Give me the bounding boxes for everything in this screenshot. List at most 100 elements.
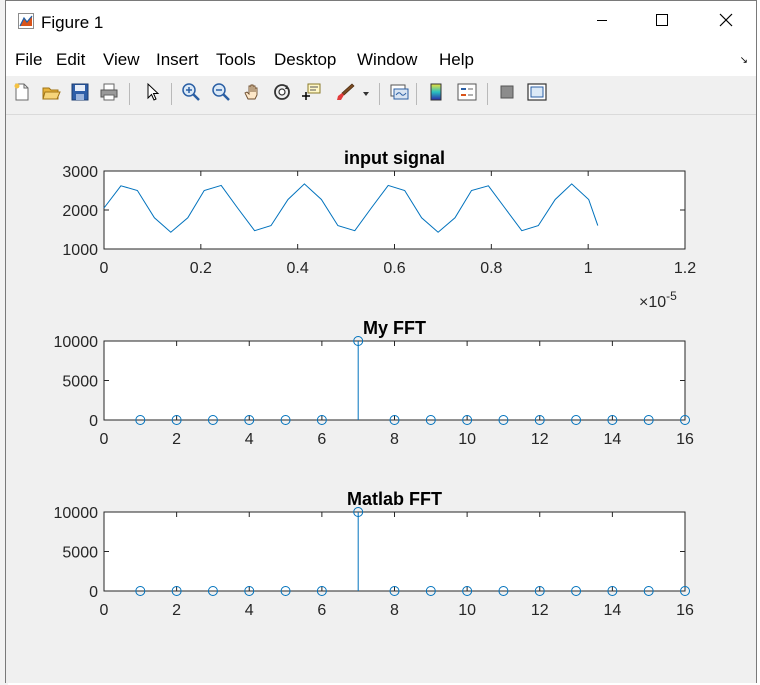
toolbar-separator (129, 83, 130, 105)
x-tick-label: 0 (100, 260, 109, 277)
chevron-down-icon (362, 85, 370, 103)
link-plot-icon (389, 82, 409, 107)
y-tick-label: 1000 (62, 242, 98, 259)
folder-open-icon (41, 82, 61, 107)
menu-desktop[interactable]: Desktop (274, 50, 336, 70)
figure-toolbar (6, 76, 756, 115)
y-tick-label: 5000 (62, 374, 98, 391)
minimize-icon (596, 13, 608, 31)
maximize-button[interactable] (634, 1, 690, 43)
axes-title: My FFT (363, 318, 426, 338)
x-tick-label: 6 (317, 431, 326, 448)
toolbar-separator (171, 83, 172, 105)
y-tick-label: 3000 (62, 164, 98, 181)
y-tick-label: 0 (89, 584, 98, 601)
figure-canvas[interactable]: input signal 0 0.2 0.4 0.6 0.8 1 1.2 1000 2000 300… (6, 115, 756, 683)
x-tick-label: 0 (100, 602, 109, 619)
insert-legend-button[interactable] (455, 82, 479, 106)
rotate-3d-icon (272, 82, 292, 107)
x-tick-label: 0 (100, 431, 109, 448)
x-tick-label: 10 (458, 602, 476, 619)
x-tick-label: 0.6 (383, 260, 405, 277)
hide-plot-tools-button[interactable] (495, 82, 519, 106)
toolbar-separator (416, 83, 417, 105)
x-tick-label: 16 (676, 431, 694, 448)
save-button[interactable] (68, 82, 92, 106)
title-bar[interactable]: Figure 1 (6, 1, 756, 43)
maximize-icon (656, 13, 668, 31)
show-plot-tools-button[interactable] (525, 82, 549, 106)
window-title: Figure 1 (41, 13, 104, 32)
x-tick-label: 12 (531, 431, 549, 448)
zoom-out-button[interactable] (209, 82, 233, 106)
legend-icon (457, 82, 477, 107)
toolbar-separator (487, 83, 488, 105)
x-tick-label: 8 (390, 431, 399, 448)
zoom-in-button[interactable] (179, 82, 203, 106)
floppy-disk-icon (70, 82, 90, 107)
x-tick-label: 2 (172, 602, 181, 619)
menu-help[interactable]: Help (439, 50, 474, 70)
axes-title: Matlab FFT (347, 489, 442, 509)
arrow-pointer-icon (143, 82, 163, 107)
menu-file[interactable]: File (15, 50, 42, 70)
x-tick-label: 16 (676, 602, 694, 619)
x-tick-label: 0.8 (480, 260, 502, 277)
toolbar-separator (379, 83, 380, 105)
x-tick-label: 8 (390, 602, 399, 619)
show-plot-tools-icon (527, 82, 547, 107)
plots-svg: input signal0 0.2 0.4 0.6 0.8 1 1.210002000300… (54, 148, 697, 619)
menu-dock-arrow-icon[interactable]: ↘ (740, 55, 748, 66)
x-tick-label: 1.2 (674, 260, 696, 277)
new-file-icon (12, 82, 32, 107)
paint-brush-icon (335, 82, 355, 107)
zoom-in-icon (181, 82, 201, 107)
insert-colorbar-button[interactable] (424, 82, 448, 106)
hand-pan-icon (242, 82, 262, 107)
close-icon (719, 13, 733, 32)
matlab-figure-icon (18, 13, 34, 29)
colorbar-icon (426, 82, 446, 107)
menu-bar: File Edit View Insert Tools Desktop Wind… (6, 43, 756, 76)
y-tick-label: 0 (89, 413, 98, 430)
axes-box (103, 511, 686, 592)
print-button[interactable] (97, 82, 121, 106)
x-axis-exponent: ×10-5 (639, 289, 677, 311)
brush-button[interactable] (333, 82, 357, 106)
x-tick-label: 12 (531, 602, 549, 619)
figure-window: Figure 1 File Edit View Insert Tools Des… (5, 0, 757, 683)
x-tick-label: 2 (172, 431, 181, 448)
hide-plot-tools-icon (497, 82, 517, 107)
y-tick-label: 5000 (62, 545, 98, 562)
x-tick-label: 0.4 (287, 260, 309, 277)
x-tick-label: 0.2 (190, 260, 212, 277)
x-tick-label: 4 (245, 431, 254, 448)
rotate-3d-button[interactable] (270, 82, 294, 106)
y-tick-label: 2000 (62, 203, 98, 220)
link-plot-button[interactable] (387, 82, 411, 106)
close-button[interactable] (698, 1, 754, 43)
y-tick-label: 10000 (54, 334, 99, 351)
y-tick-label: 10000 (54, 505, 99, 522)
menu-window[interactable]: Window (357, 50, 417, 70)
data-cursor-button[interactable] (300, 82, 324, 106)
menu-tools[interactable]: Tools (216, 50, 256, 70)
menu-insert[interactable]: Insert (156, 50, 199, 70)
axes-title: input signal (344, 148, 445, 168)
minimize-button[interactable] (574, 1, 630, 43)
new-figure-button[interactable] (10, 82, 34, 106)
brush-dropdown-button[interactable] (359, 82, 373, 106)
x-tick-label: 14 (603, 431, 621, 448)
pan-button[interactable] (240, 82, 264, 106)
axes-box (103, 340, 686, 421)
x-tick-label: 10 (458, 431, 476, 448)
edit-plot-button[interactable] (141, 82, 165, 106)
x-tick-label: 6 (317, 602, 326, 619)
x-tick-label: 14 (603, 602, 621, 619)
axes-box (103, 170, 686, 250)
x-tick-label: 4 (245, 602, 254, 619)
open-file-button[interactable] (39, 82, 63, 106)
printer-icon (99, 82, 119, 107)
menu-view[interactable]: View (103, 50, 140, 70)
menu-edit[interactable]: Edit (56, 50, 85, 70)
